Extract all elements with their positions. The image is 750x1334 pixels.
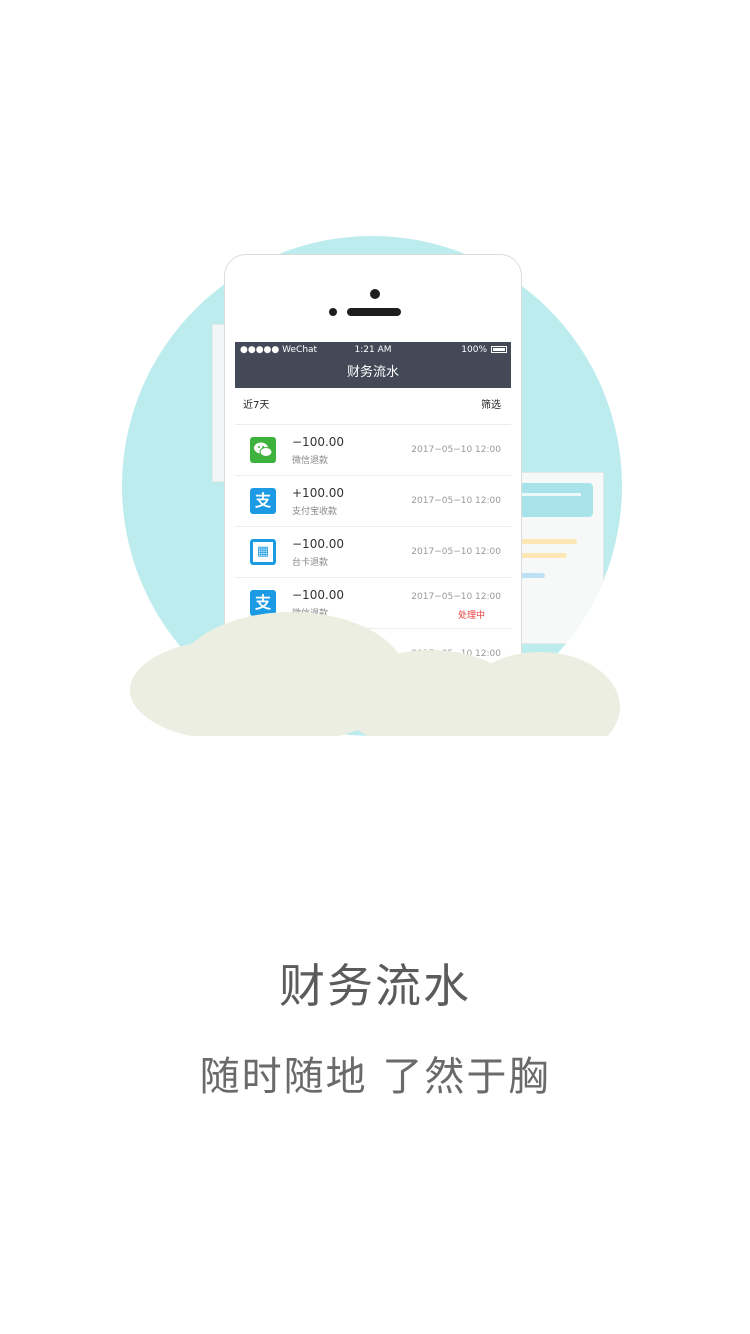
transaction-desc: 支付宝收款 xyxy=(292,507,338,517)
transaction-row[interactable]: 支 +100.00 支付宝收款 2017−05−10 12:00 xyxy=(235,476,511,527)
phone-sensor xyxy=(329,308,337,316)
battery-label: 100% xyxy=(461,345,487,355)
wechat-icon xyxy=(250,437,276,463)
transaction-desc: 台卡退款 xyxy=(292,558,329,568)
cloud xyxy=(130,640,330,740)
filter-button[interactable]: 筛选 xyxy=(481,388,501,424)
transaction-amount: −100.00 xyxy=(292,537,345,551)
phone-speaker xyxy=(347,308,401,316)
bottom-mask xyxy=(0,736,750,806)
status-badge: 处理中 xyxy=(457,611,485,621)
card-line xyxy=(517,553,567,558)
transaction-amount: −100.00 xyxy=(292,588,345,602)
battery-icon xyxy=(491,346,507,353)
transaction-desc: 微信退款 xyxy=(292,456,329,466)
page-title: 财务流水 xyxy=(279,959,471,1013)
transaction-datetime: 2017−05−10 12:00 xyxy=(411,547,501,557)
transaction-datetime: 2017−05−10 12:00 xyxy=(411,496,501,506)
filter-bar: 近7天 筛选 xyxy=(235,388,511,425)
qrcode-icon: ▦ xyxy=(250,539,276,565)
transaction-amount: +100.00 xyxy=(292,486,345,500)
card-line xyxy=(517,539,577,544)
alipay-icon: 支 xyxy=(250,488,276,514)
nav-title: 财务流水 xyxy=(235,358,511,388)
page-subtitle: 随时随地 了然于胸 xyxy=(199,1054,551,1100)
transaction-row[interactable]: −100.00 微信退款 2017−05−10 12:00 xyxy=(235,425,511,476)
hero-illustration: ●●●●● WeChat 1:21 AM 100% 财务流水 近7天 筛选 −1… xyxy=(0,0,750,806)
transaction-row[interactable]: ▦ −100.00 台卡退款 2017−05−10 12:00 xyxy=(235,527,511,578)
transaction-datetime: 2017−05−10 12:00 xyxy=(411,445,501,455)
date-range-selector[interactable]: 近7天 xyxy=(243,388,269,424)
transaction-datetime: 2017−05−10 12:00 xyxy=(411,592,501,602)
transaction-amount: −100.00 xyxy=(292,435,345,449)
status-bar: ●●●●● WeChat 1:21 AM 100% xyxy=(235,342,511,358)
phone-camera xyxy=(370,289,380,299)
